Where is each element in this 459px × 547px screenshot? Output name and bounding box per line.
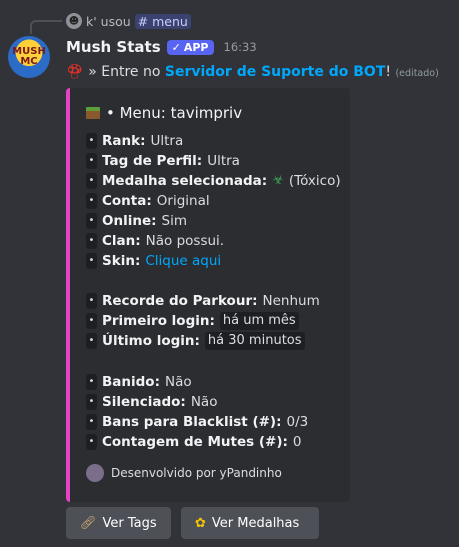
row-label: Recorde do Parkour:	[102, 293, 258, 309]
reply-avatar: ☻	[66, 13, 82, 29]
app-badge: ✓ APP	[166, 39, 214, 55]
view-medals-label: Ver Medalhas	[211, 515, 300, 531]
stats-embed: • Menu: tavimpriv • Rank: Ultra • Tag de Pe…	[66, 88, 350, 502]
biohazard-icon: ☣	[272, 173, 284, 188]
app-badge-label: APP	[183, 40, 209, 54]
bullet-icon: •	[86, 333, 97, 349]
row-rank: • Rank: Ultra	[86, 132, 183, 150]
message-time: 16:33	[223, 40, 257, 54]
row-value: Original	[156, 193, 210, 209]
bullet-icon: •	[86, 233, 97, 249]
footer-avatar	[86, 464, 104, 482]
bandage-icon: 🩹︎	[80, 515, 97, 531]
row-parkour: • Recorde do Parkour: Nenhum	[86, 292, 320, 310]
message-content: 🍄︎ » Entre no Servidor de Suporte do BOT…	[66, 64, 439, 80]
row-label: Banido:	[102, 374, 160, 390]
row-label: Medalha selecionada:	[102, 173, 268, 189]
row-muted: • Silenciado: Não	[86, 393, 217, 411]
bullet-icon: •	[86, 193, 97, 209]
footer-text: Desenvolvido por yPandinho	[111, 466, 282, 480]
row-label: Tag de Perfil:	[102, 153, 203, 169]
row-blacklist-bans: • Bans para Blacklist (#): 0/3	[86, 413, 308, 431]
row-label: Rank:	[102, 133, 146, 149]
row-value: 0/3	[286, 414, 309, 430]
reply-context[interactable]: ☻ k' usou # menu	[66, 10, 191, 32]
embed-title: • Menu: tavimpriv	[86, 104, 242, 122]
row-value: Não	[190, 394, 218, 410]
row-skin: • Skin: Clique aqui	[86, 252, 221, 270]
skin-link[interactable]: Clique aqui	[145, 252, 221, 270]
bullet-icon: •	[86, 374, 97, 390]
bullet-icon: •	[86, 313, 97, 329]
embed-title-text: • Menu: tavimpriv	[106, 104, 243, 122]
row-label: Silenciado:	[102, 394, 186, 410]
bot-avatar-text: MUSH MC	[12, 46, 46, 67]
command-mention[interactable]: # menu	[134, 13, 191, 29]
row-clan: • Clan: Não possui.	[86, 232, 224, 250]
row-banned: • Banido: Não	[86, 373, 192, 391]
bullet-icon: •	[86, 153, 97, 169]
row-label: Contagem de Mutes (#):	[102, 434, 288, 450]
grass-block-icon	[86, 107, 100, 119]
bullet-icon: •	[86, 414, 97, 430]
bullet-icon: •	[86, 173, 97, 189]
row-value: Nenhum	[262, 293, 320, 309]
row-label: Online:	[102, 213, 157, 229]
row-value: 0	[292, 434, 302, 450]
row-value: Sim	[161, 213, 187, 229]
bot-name[interactable]: Mush Stats	[66, 38, 161, 56]
row-label: Conta:	[102, 193, 152, 209]
command-mention-text: menu	[152, 13, 188, 29]
timestamp-value[interactable]: há um mês	[219, 312, 299, 330]
row-medal: • Medalha selecionada: ☣ (Tóxico)	[86, 172, 341, 190]
row-label: Skin:	[102, 253, 141, 269]
row-label: Último login:	[102, 333, 200, 349]
bullet-icon: •	[86, 213, 97, 229]
content-pre: » Entre no	[88, 64, 161, 80]
mushroom-icon: 🍄︎	[66, 64, 84, 80]
row-value: Ultra	[207, 153, 240, 169]
bullet-icon: •	[86, 394, 97, 410]
view-tags-label: Ver Tags	[102, 515, 157, 531]
view-medals-button[interactable]: ✿ Ver Medalhas	[181, 507, 319, 539]
bot-avatar[interactable]: MUSH MC	[8, 36, 50, 78]
row-last-login: • Último login: há 30 minutos	[86, 332, 305, 350]
bullet-icon: •	[86, 434, 97, 450]
check-icon: ✓	[171, 40, 181, 54]
row-value: Ultra	[150, 133, 184, 149]
row-value: (Tóxico)	[288, 173, 341, 189]
edited-tag: (editado)	[395, 68, 439, 79]
row-online: • Online: Sim	[86, 212, 187, 230]
message-header: Mush Stats ✓ APP 16:33	[66, 38, 257, 56]
row-value: Não possui.	[145, 233, 225, 249]
row-mutes-count: • Contagem de Mutes (#): 0	[86, 433, 302, 451]
row-label: Clan:	[102, 233, 141, 249]
support-server-link[interactable]: Servidor de Suporte do BOT	[165, 64, 386, 80]
row-profile-tag: • Tag de Perfil: Ultra	[86, 152, 240, 170]
timestamp-value[interactable]: há 30 minutos	[204, 332, 305, 350]
row-account: • Conta: Original	[86, 192, 210, 210]
reply-user[interactable]: k' usou	[86, 14, 131, 29]
embed-footer: Desenvolvido por yPandinho	[86, 464, 282, 482]
view-tags-button[interactable]: 🩹︎ Ver Tags	[66, 507, 171, 539]
sunflower-icon: ✿	[195, 515, 206, 531]
reply-connector	[30, 20, 62, 34]
bullet-icon: •	[86, 253, 97, 269]
bullet-icon: •	[86, 133, 97, 149]
bullet-icon: •	[86, 293, 97, 309]
content-post: !	[385, 64, 392, 80]
row-label: Bans para Blacklist (#):	[102, 414, 282, 430]
row-value: Não	[164, 374, 192, 390]
row-label: Primeiro login:	[102, 313, 215, 329]
row-first-login: • Primeiro login: há um mês	[86, 312, 299, 330]
